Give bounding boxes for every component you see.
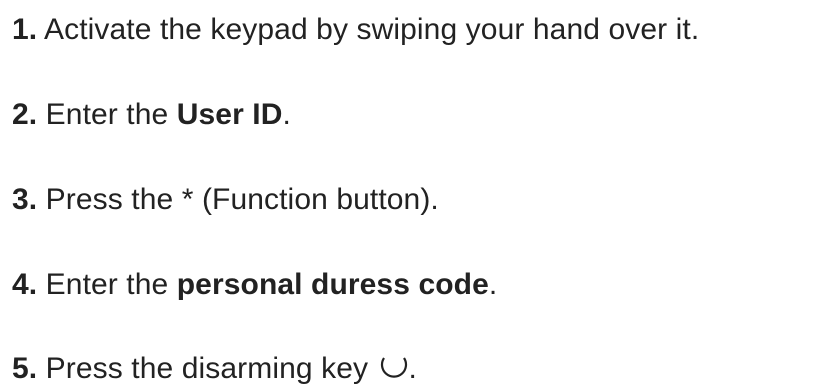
- step-number: 3.: [12, 183, 38, 216]
- step-text: Press the * (Function button).: [37, 183, 439, 216]
- step-2: 2. Enter the User ID.: [12, 95, 291, 135]
- step-punctuation: .: [408, 352, 417, 385]
- user-id-term: User ID: [176, 98, 283, 131]
- step-3: 3. Press the * (Function button).: [12, 180, 439, 220]
- step-number: 1.: [12, 13, 38, 46]
- step-number: 4.: [12, 268, 38, 301]
- disarm-key-icon: [379, 351, 409, 391]
- step-punctuation: .: [488, 268, 498, 301]
- step-5: 5. Press the disarming key .: [12, 349, 417, 391]
- step-text: Enter the: [37, 98, 177, 131]
- duress-code-term: personal duress code: [176, 268, 489, 301]
- step-4: 4. Enter the personal duress code.: [12, 265, 497, 305]
- step-text: Activate the keypad by swiping your hand…: [37, 13, 700, 46]
- step-text: Enter the: [37, 268, 177, 301]
- step-number: 2.: [12, 98, 38, 131]
- step-punctuation: .: [282, 98, 291, 131]
- step-text: Press the disarming key: [37, 352, 377, 385]
- step-number: 5.: [12, 352, 38, 385]
- step-1: 1. Activate the keypad by swiping your h…: [12, 10, 699, 50]
